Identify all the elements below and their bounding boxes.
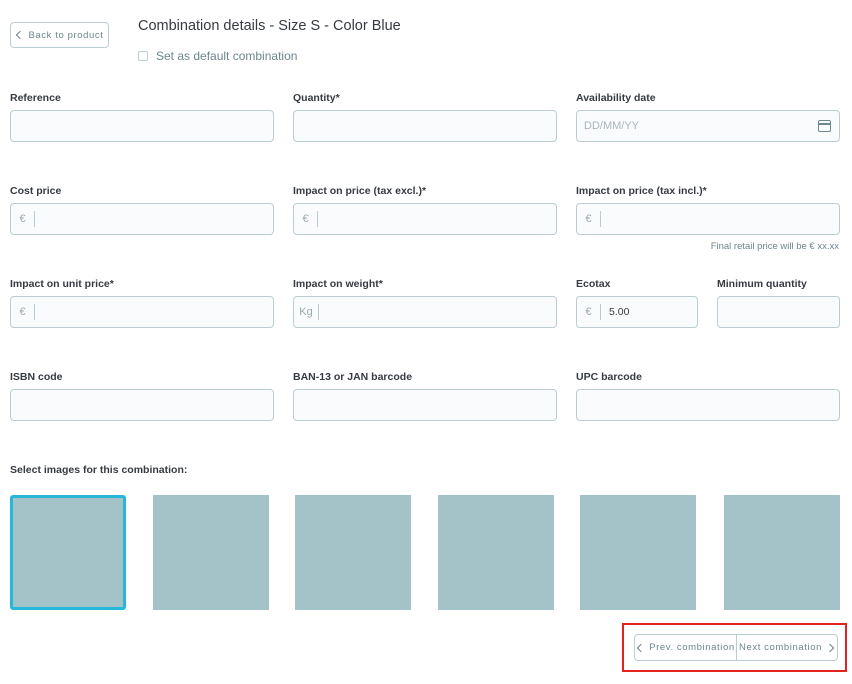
- impact-unit-price-label: Impact on unit price*: [10, 278, 114, 290]
- reference-input[interactable]: [10, 110, 274, 142]
- availability-date-label: Availability date: [576, 92, 656, 104]
- default-combination-checkbox[interactable]: [138, 51, 148, 61]
- image-thumbnail[interactable]: [153, 495, 269, 610]
- impact-tax-incl-input[interactable]: €: [576, 203, 840, 235]
- reference-label: Reference: [10, 92, 61, 104]
- ean-input[interactable]: [293, 389, 557, 421]
- page-title: Combination details - Size S - Color Blu…: [138, 18, 401, 34]
- upc-label: UPC barcode: [576, 371, 642, 383]
- chevron-left-icon: [16, 30, 25, 40]
- default-combination-label: Set as default combination: [156, 49, 298, 63]
- quantity-input[interactable]: [293, 110, 557, 142]
- back-to-product-button[interactable]: Back to product: [10, 22, 109, 48]
- ecotax-label: Ecotax: [576, 278, 611, 290]
- image-thumbnail[interactable]: [10, 495, 126, 610]
- upc-input[interactable]: [576, 389, 840, 421]
- image-thumbnail[interactable]: [580, 495, 696, 610]
- prev-combination-label: Prev. combination: [649, 642, 735, 653]
- select-images-label: Select images for this combination:: [10, 464, 188, 476]
- euro-addon: €: [294, 211, 318, 227]
- availability-date-input[interactable]: DD/MM/YY: [576, 110, 840, 142]
- impact-weight-input[interactable]: Kg: [293, 296, 557, 328]
- final-price-hint: Final retail price will be € xx.xx: [710, 241, 839, 252]
- euro-addon: €: [577, 211, 601, 227]
- default-combination-row[interactable]: Set as default combination: [138, 49, 297, 63]
- chevron-right-icon: [825, 643, 835, 652]
- euro-addon: €: [577, 304, 601, 320]
- isbn-input[interactable]: [10, 389, 274, 421]
- image-thumbnail[interactable]: [438, 495, 554, 610]
- ecotax-input[interactable]: € 5.00: [576, 296, 698, 328]
- euro-addon: €: [11, 304, 35, 320]
- impact-tax-excl-label: Impact on price (tax excl.)*: [293, 185, 427, 197]
- availability-date-placeholder: DD/MM/YY: [584, 120, 639, 132]
- back-to-product-label: Back to product: [28, 29, 104, 41]
- quantity-label: Quantity*: [293, 92, 340, 104]
- prev-combination-button[interactable]: Prev. combination: [635, 635, 737, 660]
- minimum-quantity-label: Minimum quantity: [717, 278, 807, 290]
- next-combination-label: Next combination: [739, 642, 822, 653]
- cost-price-input[interactable]: €: [10, 203, 274, 235]
- impact-tax-incl-label: Impact on price (tax incl.)*: [576, 185, 707, 197]
- chevron-left-icon: [636, 643, 646, 652]
- minimum-quantity-input[interactable]: [717, 296, 840, 328]
- kg-addon: Kg: [294, 304, 319, 320]
- cost-price-label: Cost price: [10, 185, 62, 197]
- image-thumbnail[interactable]: [724, 495, 840, 610]
- combination-navigation: Prev. combination Next combination: [634, 634, 838, 661]
- image-thumbnail[interactable]: [295, 495, 411, 610]
- next-combination-button[interactable]: Next combination: [737, 635, 837, 660]
- impact-unit-price-input[interactable]: €: [10, 296, 274, 328]
- impact-weight-label: Impact on weight*: [293, 278, 383, 290]
- euro-addon: €: [11, 211, 35, 227]
- calendar-icon[interactable]: [818, 120, 831, 132]
- ecotax-value: 5.00: [609, 306, 630, 318]
- isbn-label: ISBN code: [10, 371, 63, 383]
- ean-label: BAN-13 or JAN barcode: [293, 371, 413, 383]
- impact-tax-excl-input[interactable]: €: [293, 203, 557, 235]
